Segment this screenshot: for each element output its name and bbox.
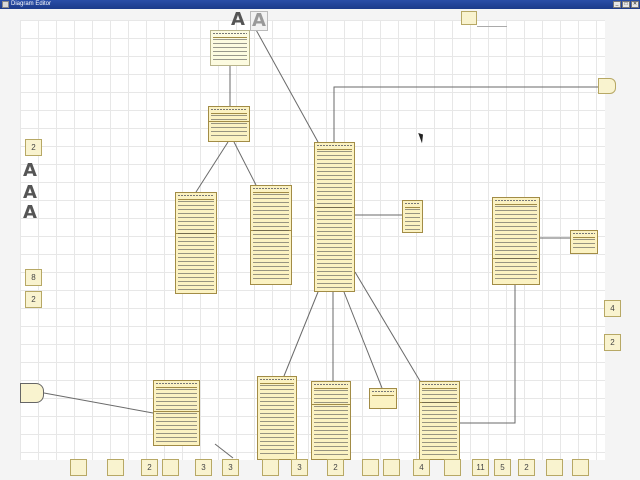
class-header bbox=[314, 383, 348, 389]
class-box-bottom-2[interactable] bbox=[257, 376, 297, 460]
class-box-left-a[interactable] bbox=[175, 192, 217, 294]
class-box-bottom-4[interactable] bbox=[369, 388, 397, 409]
class-body bbox=[260, 385, 294, 457]
tray-item[interactable] bbox=[107, 459, 124, 476]
minimize-button[interactable]: _ bbox=[613, 1, 621, 8]
class-header bbox=[495, 199, 537, 205]
tray-item[interactable]: 2 bbox=[324, 459, 344, 480]
class-header bbox=[372, 390, 394, 396]
title-bar[interactable]: Diagram Editor _ □ ✕ bbox=[0, 0, 640, 9]
class-body bbox=[573, 239, 595, 251]
class-body bbox=[211, 115, 247, 139]
class-box-top[interactable] bbox=[210, 30, 250, 66]
tray-item[interactable] bbox=[262, 459, 279, 476]
tray-item[interactable] bbox=[362, 459, 379, 476]
class-header bbox=[317, 144, 352, 150]
tray-item[interactable]: 3 bbox=[192, 459, 212, 480]
palette-badge-2[interactable]: 2 bbox=[22, 139, 42, 162]
class-box-mid-left[interactable] bbox=[208, 106, 250, 142]
tray-item[interactable]: 3 bbox=[219, 459, 239, 480]
tray-item[interactable]: 11 bbox=[469, 459, 489, 480]
class-body bbox=[178, 201, 214, 291]
class-box-bottom-3[interactable] bbox=[311, 381, 351, 460]
class-header bbox=[156, 382, 197, 388]
class-box-center[interactable] bbox=[314, 142, 355, 292]
tray-item[interactable]: 2 bbox=[515, 459, 535, 480]
palette-badge-2r[interactable]: 2 bbox=[601, 334, 621, 357]
class-box-right[interactable] bbox=[492, 197, 540, 285]
close-button[interactable]: ✕ bbox=[631, 1, 639, 8]
class-header bbox=[405, 202, 420, 208]
class-header bbox=[213, 32, 247, 38]
class-header bbox=[260, 378, 294, 384]
text-style-icon[interactable]: A bbox=[250, 11, 268, 31]
tray-item[interactable] bbox=[572, 459, 589, 476]
class-body bbox=[156, 389, 197, 443]
class-box-far-right[interactable] bbox=[570, 230, 598, 254]
class-body bbox=[253, 194, 289, 282]
class-body bbox=[314, 390, 348, 457]
tray-item[interactable] bbox=[444, 459, 461, 476]
class-header bbox=[253, 187, 289, 193]
class-body bbox=[422, 390, 457, 457]
class-body bbox=[317, 151, 352, 289]
palette-badge-4[interactable]: 4 bbox=[601, 300, 621, 323]
palette-letter-a-icon[interactable]: A bbox=[23, 204, 37, 222]
note-shape-icon[interactable] bbox=[461, 11, 477, 25]
note-connector bbox=[477, 26, 507, 27]
class-header bbox=[178, 194, 214, 200]
text-tool-icon[interactable]: A bbox=[231, 11, 245, 29]
tray-item[interactable]: 4 bbox=[410, 459, 430, 480]
tray-item[interactable] bbox=[383, 459, 400, 476]
class-header bbox=[573, 232, 595, 238]
app-icon bbox=[2, 1, 9, 8]
class-box-bottom-5[interactable] bbox=[419, 381, 460, 460]
class-body bbox=[405, 209, 420, 230]
diagram-editor-window: Diagram Editor _ □ ✕ A A 2 A A A 8 2 4 2… bbox=[0, 0, 640, 480]
tray-item[interactable]: 5 bbox=[491, 459, 511, 480]
tray-item[interactable]: 2 bbox=[138, 459, 158, 480]
class-body bbox=[213, 39, 247, 63]
port-shape-icon[interactable] bbox=[598, 78, 616, 94]
class-header bbox=[211, 108, 247, 114]
palette-letter-a-icon[interactable]: A bbox=[23, 184, 37, 202]
tray-item[interactable] bbox=[546, 459, 563, 476]
palette-letter-a-icon[interactable]: A bbox=[23, 162, 37, 180]
class-body bbox=[495, 206, 537, 282]
class-header bbox=[422, 383, 457, 389]
palette-badge-2b[interactable]: 2 bbox=[22, 291, 42, 314]
port-shape-left-icon[interactable] bbox=[20, 383, 44, 403]
tray-item[interactable] bbox=[70, 459, 87, 476]
maximize-button[interactable]: □ bbox=[622, 1, 630, 8]
class-box-bottom-1[interactable] bbox=[153, 380, 200, 446]
class-box-left-b[interactable] bbox=[250, 185, 292, 285]
palette-badge-8[interactable]: 8 bbox=[22, 269, 42, 292]
tray-item[interactable]: 3 bbox=[288, 459, 308, 480]
class-box-small[interactable] bbox=[402, 200, 423, 233]
tray-item[interactable] bbox=[162, 459, 179, 476]
window-title: Diagram Editor bbox=[11, 1, 52, 7]
